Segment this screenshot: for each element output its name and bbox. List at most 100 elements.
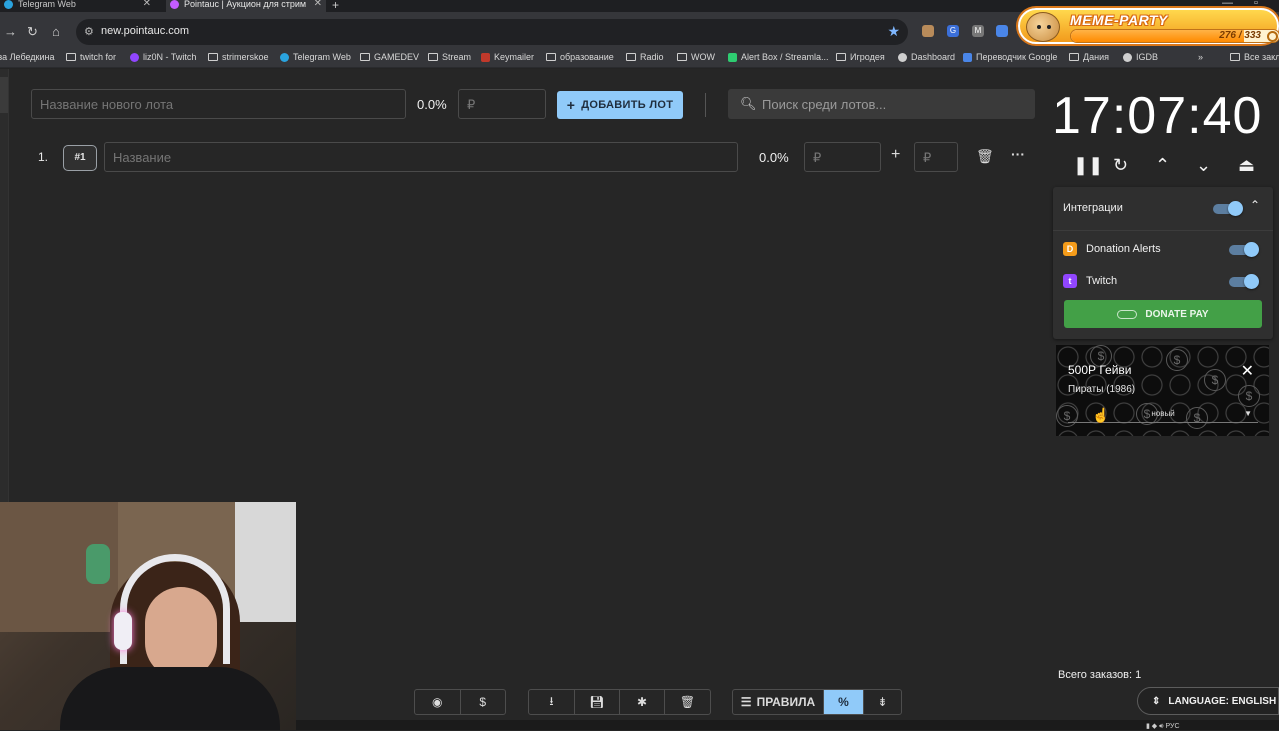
orders-total: Всего заказов: 1 (1058, 669, 1142, 681)
bookmark-folder[interactable]: strimerskoe (208, 52, 269, 62)
increase-time-icon[interactable]: ⌃ (1155, 155, 1170, 176)
new-tab-button[interactable]: + (332, 0, 339, 12)
bookmark-folder[interactable]: twitch for (66, 52, 116, 62)
new-lot-name-input[interactable] (31, 89, 406, 119)
extension-icon[interactable] (922, 25, 934, 37)
sort-arrows-icon: ⇕ (1152, 695, 1161, 707)
eject-icon[interactable]: ⏏ (1238, 155, 1255, 176)
bookmark-folder[interactable]: Stream (428, 52, 471, 62)
more-options-icon[interactable]: ··· (1011, 146, 1025, 162)
more-bookmarks-icon[interactable]: » (1198, 52, 1203, 62)
bookmark-item[interactable]: IGDB (1123, 52, 1158, 62)
percent-view-button[interactable]: % (824, 690, 864, 714)
save-icon[interactable]: 💾︎ (575, 690, 620, 714)
translate-extension-icon[interactable] (996, 25, 1008, 37)
donation-alerts-toggle[interactable] (1229, 242, 1259, 257)
bookmark-folder[interactable]: Дания (1069, 52, 1109, 62)
bookmark-star-icon[interactable]: ★ (887, 23, 900, 40)
auction-timer: 17:07:40 (1052, 87, 1263, 145)
pause-icon[interactable]: ❚❚ (1073, 155, 1103, 176)
hand-cursor-icon: ☝ (1092, 407, 1110, 423)
bookmark-folder[interactable]: WOW (677, 52, 715, 62)
reload-icon[interactable]: ↻ (27, 24, 38, 40)
dropdown-arrow-icon: ▼ (1244, 409, 1252, 418)
bookmark-item[interactable]: Telegram Web (280, 52, 351, 62)
lot-search[interactable]: 🔍︎ Поиск среди лотов... (728, 89, 1035, 119)
add-lot-button[interactable]: + ДОБАВИТЬ ЛОТ (557, 91, 683, 119)
site-info-icon[interactable]: ⚙ (84, 25, 94, 38)
donation-card: $ $ $ $ $ $ $ 500Р Гейви Пираты (1986) ✕… (1056, 345, 1269, 436)
add-amount-icon[interactable]: + (891, 146, 900, 164)
tab-label: Pointauc | Аукцион для стрим (184, 0, 307, 9)
trash-icon[interactable]: 🗑︎ (976, 148, 994, 165)
new-lot-percent: 0.0% (417, 97, 447, 112)
clear-lots-icon[interactable]: 🗑︎ (665, 690, 710, 714)
bookmarks-bar: за Лебедкина twitch for liz0N - Twitch s… (0, 48, 1279, 68)
chevron-up-icon[interactable]: ⌃ (1250, 198, 1260, 212)
tab-pointauc[interactable]: Pointauc | Аукцион для стрим ✕ (166, 0, 326, 12)
rules-button[interactable]: ☰ ПРАВИЛА (733, 690, 824, 714)
integration-donation-alerts: D Donation Alerts (1063, 242, 1161, 256)
integrations-toggle[interactable] (1213, 201, 1243, 216)
add-lot-label: ДОБАВИТЬ ЛОТ (581, 99, 674, 111)
bug-icon[interactable]: ✱ (620, 690, 665, 714)
lot-add-amount-input[interactable] (914, 142, 958, 172)
twitch-icon: t (1063, 274, 1077, 288)
pointauc-icon (170, 0, 179, 9)
donate-pay-label: DONATE PAY (1145, 308, 1209, 320)
donate-pay-icon (1117, 309, 1138, 319)
extension-icon[interactable]: G (947, 25, 959, 37)
bookmark-folder[interactable]: Игродея (836, 52, 885, 62)
omnibox[interactable]: ⚙ new.pointauc.com ★ (76, 19, 908, 45)
divider (705, 93, 706, 117)
bookmark-item[interactable]: Keymailer (481, 52, 534, 62)
donation-status-value: новый (1151, 409, 1175, 418)
doge-icon (1026, 12, 1060, 42)
extension-icon[interactable]: M (972, 25, 984, 37)
close-icon[interactable]: ✕ (143, 0, 151, 9)
bookmark-item[interactable]: Переводчик Google (963, 52, 1057, 62)
language-label: LANGUAGE: ENGLISH (1168, 695, 1277, 707)
bookmark-folder[interactable]: Radio (626, 52, 664, 62)
home-icon[interactable]: ⌂ (52, 24, 60, 39)
overlay-progress-fill (1071, 30, 1244, 42)
integration-label: Donation Alerts (1086, 243, 1161, 255)
tab-telegram[interactable]: Telegram Web ✕ (0, 0, 155, 12)
system-taskbar: ▮ ◆ 🔊︎ РУС (296, 720, 1279, 730)
close-icon[interactable]: ✕ (1241, 361, 1254, 381)
url-text: new.pointauc.com (101, 25, 190, 37)
overlay-progress-bar: 276 / 333 (1070, 29, 1279, 43)
github-icon[interactable]: ◉ (415, 690, 461, 714)
donation-message: Пираты (1986) (1068, 384, 1136, 395)
twitch-toggle[interactable] (1229, 274, 1259, 289)
search-placeholder: Поиск среди лотов... (762, 97, 887, 112)
bookmark-folder[interactable]: GAMEDEV (360, 52, 419, 62)
bookmark-item[interactable]: Alert Box / Streamla... (728, 52, 829, 62)
lot-amount-input[interactable] (804, 142, 881, 172)
language-button[interactable]: ⇕ LANGUAGE: ENGLISH (1137, 687, 1279, 715)
bookmark-item[interactable]: Dashboard (898, 52, 955, 62)
bookmark-item[interactable]: liz0N - Twitch (130, 52, 196, 62)
compact-view-button[interactable]: ⇟ (864, 690, 901, 714)
bookmark-folder[interactable]: образование (546, 52, 614, 62)
donate-dollar-icon[interactable]: $ (461, 690, 506, 714)
search-icon: 🔍︎ (740, 96, 757, 111)
new-lot-amount-input[interactable] (458, 89, 546, 119)
bookmark-folder[interactable]: Все закл (1230, 52, 1279, 62)
links-group: ◉ $ (414, 689, 506, 715)
close-icon[interactable]: ✕ (314, 0, 322, 9)
forward-icon[interactable]: → (4, 24, 17, 39)
lot-name-input[interactable] (104, 142, 738, 172)
telegram-icon (4, 0, 13, 9)
integrations-panel: Интеграции ⌃ D Donation Alerts t Twitch … (1053, 187, 1273, 339)
lot-id-badge[interactable]: #1 (63, 145, 97, 171)
webcam-overlay (0, 502, 296, 730)
view-group: ☰ ПРАВИЛА % ⇟ (732, 689, 902, 715)
left-drawer-strip (0, 69, 9, 502)
download-icon[interactable]: ⭳ (529, 690, 575, 714)
reset-icon[interactable]: ↻ (1113, 155, 1128, 176)
decrease-time-icon[interactable]: ⌄ (1196, 155, 1211, 176)
lot-index: 1. (38, 150, 49, 164)
donate-pay-button[interactable]: DONATE PAY (1064, 300, 1262, 328)
bookmark-item[interactable]: за Лебедкина (0, 52, 55, 62)
